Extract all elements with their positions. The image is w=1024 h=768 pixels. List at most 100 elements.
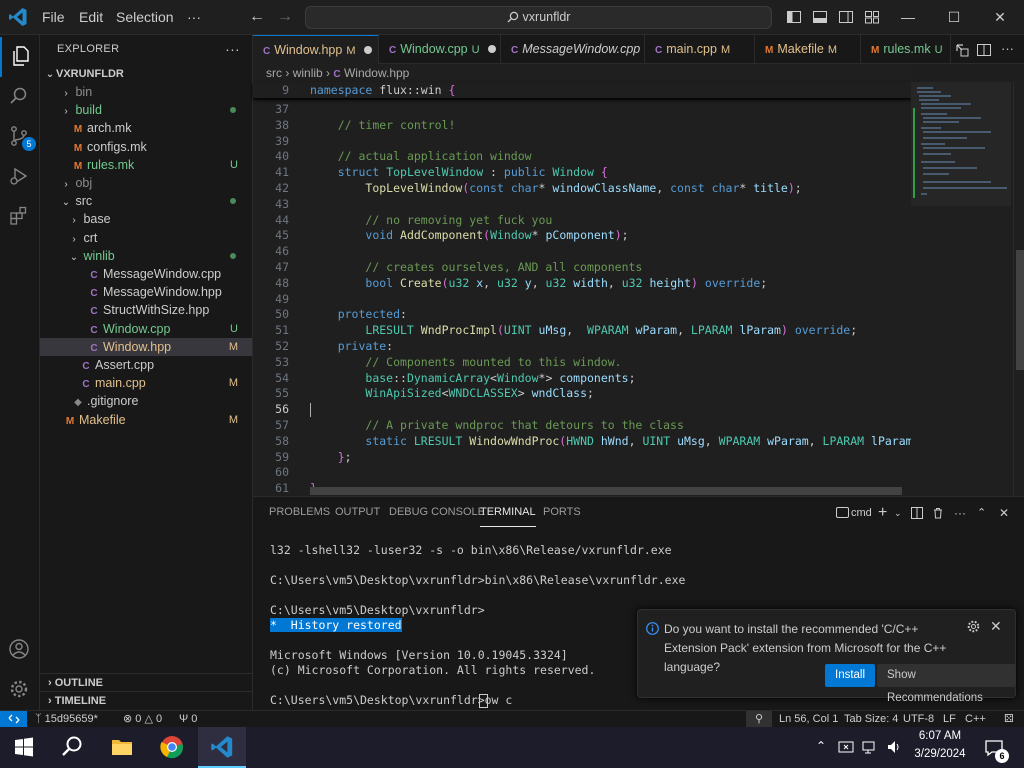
new-terminal-plus-icon[interactable]: + <box>878 505 887 521</box>
editor-vertical-scrollbar[interactable] <box>1013 82 1024 496</box>
file-item[interactable]: M Makefile M <box>40 411 252 429</box>
editor-tab[interactable]: C Window.hpp M <box>253 35 379 64</box>
explorer-activity[interactable] <box>0 37 40 77</box>
sticky-scroll-header[interactable]: 9 namespace flux::win { <box>253 82 911 98</box>
taskbar-search[interactable] <box>48 727 96 768</box>
zoom-search-icon[interactable]: ⚲ <box>746 711 772 728</box>
cursor-position[interactable]: Ln 56, Col 1 <box>779 711 838 728</box>
open-changes-icon[interactable] <box>954 42 970 58</box>
extensions-activity[interactable] <box>0 197 40 237</box>
accounts-activity[interactable] <box>0 630 40 670</box>
clock-date[interactable]: 3/29/2024 <box>909 748 971 760</box>
toggle-primary-sidebar-icon[interactable] <box>786 9 802 25</box>
maximize-button[interactable]: ☐ <box>931 0 977 35</box>
taskbar-file-explorer[interactable] <box>98 727 146 768</box>
panel-more-icon[interactable]: ··· <box>954 505 966 521</box>
terminal-dropdown-chevron-icon[interactable]: ⌄ <box>894 505 902 521</box>
command-center-search[interactable]: vxrunfldr <box>305 6 772 29</box>
scrollbar-thumb[interactable] <box>1016 250 1024 370</box>
menu-edit[interactable]: Edit <box>73 0 109 35</box>
source-control-activity[interactable]: 5 <box>0 117 40 157</box>
timeline-section[interactable]: › TIMELINE <box>40 691 252 709</box>
tab-size[interactable]: Tab Size: 4 <box>844 711 898 728</box>
editor-tab[interactable]: Mrules.mk U <box>861 35 951 64</box>
breadcrumb-src[interactable]: src <box>266 66 282 80</box>
folder-item[interactable]: › crt <box>40 229 252 247</box>
network-icon[interactable] <box>862 739 878 755</box>
problems-indicator[interactable]: ⊗ 0 △ 0 <box>123 711 162 728</box>
file-item[interactable]: Mrules.mk U <box>40 156 252 174</box>
outline-section[interactable]: › OUTLINE <box>40 673 252 691</box>
folder-item[interactable]: › base <box>40 210 252 228</box>
minimap[interactable] <box>911 82 1011 496</box>
close-panel-icon[interactable]: ✕ <box>999 505 1009 521</box>
file-item[interactable]: C StructWithSize.hpp <box>40 301 252 319</box>
trash-icon[interactable] <box>932 505 944 521</box>
minimize-button[interactable]: — <box>885 0 931 35</box>
folder-item[interactable]: ⌄ winlib <box>40 247 252 265</box>
editor-tab[interactable]: C Window.cpp U <box>379 35 501 64</box>
language-mode[interactable]: C++ <box>965 711 986 728</box>
folder-item[interactable]: › bin <box>40 83 252 101</box>
file-item[interactable]: C Window.hpp M <box>40 337 252 356</box>
split-editor-icon[interactable] <box>976 42 992 58</box>
close-toast-icon[interactable]: ✕ <box>990 618 1002 635</box>
editor-tab[interactable]: Cmain.cpp M <box>645 35 755 64</box>
end-of-line[interactable]: LF <box>943 711 956 728</box>
unsaved-dot-icon[interactable] <box>487 45 496 53</box>
terminal-shell-label[interactable]: cmd <box>851 505 872 521</box>
remote-indicator[interactable] <box>0 711 27 728</box>
file-item[interactable]: C Assert.cpp <box>40 356 252 374</box>
folder-item[interactable]: › build <box>40 101 252 119</box>
file-item[interactable]: C MessageWindow.hpp <box>40 283 252 301</box>
file-item[interactable]: C Window.cpp U <box>40 320 252 338</box>
notifications-bell-icon[interactable]: ⚄ <box>1004 711 1014 728</box>
tab-debug-console[interactable]: DEBUG CONSOLE <box>389 497 485 527</box>
ports-indicator[interactable]: Ψ 0 <box>179 711 197 728</box>
folder-item[interactable]: ⌄ src <box>40 192 252 210</box>
menu-selection[interactable]: Selection <box>110 0 180 35</box>
file-item[interactable]: March.mk <box>40 119 252 137</box>
customize-layout-icon[interactable] <box>864 9 880 25</box>
manage-activity[interactable] <box>0 670 40 710</box>
show-hidden-icons-chevron-icon[interactable]: ⌃ <box>816 739 826 753</box>
volume-icon[interactable] <box>886 739 902 755</box>
unsaved-dot-icon[interactable] <box>363 46 372 54</box>
menu-file[interactable]: File <box>36 0 71 35</box>
install-button[interactable]: Install <box>825 664 876 687</box>
run-debug-activity[interactable] <box>0 157 40 197</box>
tab-more-icon[interactable]: ··· <box>1001 42 1017 58</box>
breadcrumb-winlib[interactable]: winlib <box>293 66 323 80</box>
taskbar-chrome[interactable] <box>148 727 196 768</box>
clock-time[interactable]: 6:07 AM <box>909 730 971 742</box>
toggle-secondary-sidebar-icon[interactable] <box>838 9 854 25</box>
workspace-root[interactable]: ⌄ VXRUNFLDR <box>40 65 252 83</box>
tab-output[interactable]: OUTPUT <box>335 497 380 527</box>
tab-terminal[interactable]: TERMINAL <box>480 497 536 527</box>
branch-indicator[interactable]: ᛉ 15d95659* <box>35 711 98 728</box>
back-arrow-icon[interactable]: ← <box>247 7 267 27</box>
editor-tab[interactable]: C MessageWindow.cpp <box>501 35 645 64</box>
file-item[interactable]: Mconfigs.mk <box>40 138 252 156</box>
menu-more[interactable]: ··· <box>181 0 207 35</box>
tab-ports[interactable]: PORTS <box>543 497 581 527</box>
explorer-more-icon[interactable]: ··· <box>225 35 240 63</box>
editor-tab[interactable]: M Makefile M <box>755 35 861 64</box>
editor-horizontal-scrollbar[interactable] <box>310 487 902 495</box>
file-item[interactable]: Cmain.cpp M <box>40 374 252 392</box>
toggle-panel-icon[interactable] <box>812 9 828 25</box>
close-window-button[interactable]: ✕ <box>977 0 1023 35</box>
gear-icon[interactable] <box>967 620 980 633</box>
forward-arrow-icon[interactable]: → <box>275 7 295 27</box>
folder-item[interactable]: › obj <box>40 174 252 192</box>
split-terminal-icon[interactable] <box>911 505 923 521</box>
search-activity[interactable] <box>0 77 40 117</box>
code-editor[interactable]: 37 38 // timer control! 39 40 // actual app… <box>253 82 911 496</box>
file-item[interactable]: C MessageWindow.cpp <box>40 265 252 283</box>
file-item[interactable]: ◆ .gitignore <box>40 392 252 410</box>
taskbar-vscode[interactable] <box>198 727 246 768</box>
start-button[interactable] <box>0 727 48 768</box>
tab-problems[interactable]: PROBLEMS <box>269 497 330 527</box>
breadcrumb-file[interactable]: Window.hpp <box>344 66 409 80</box>
show-recommendations-button[interactable]: Show Recommendations <box>877 664 1015 704</box>
